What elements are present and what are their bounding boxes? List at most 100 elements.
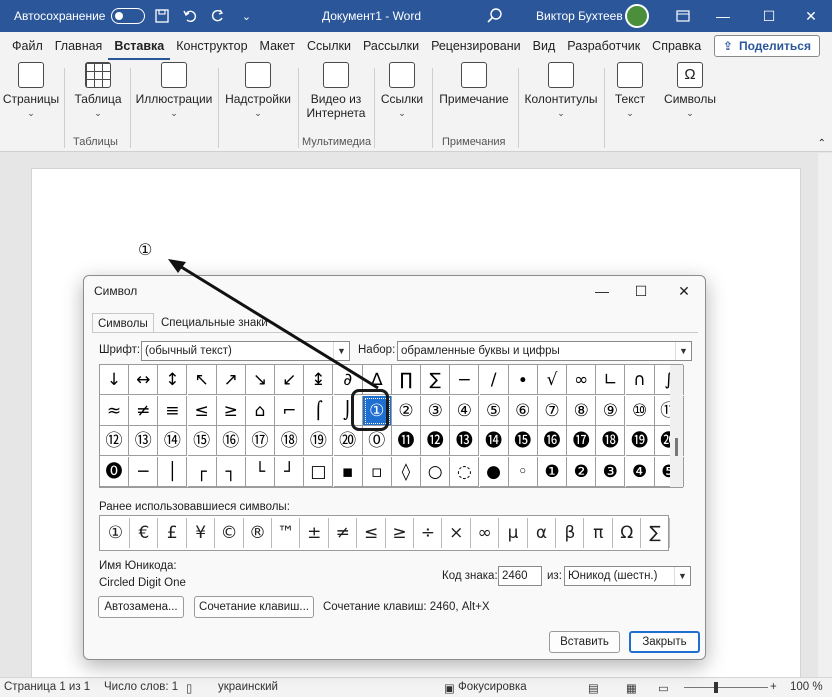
zoom-in-icon[interactable]: + (770, 681, 777, 693)
tab-file[interactable]: Файл (6, 32, 49, 60)
shortcut-key-button[interactable]: Сочетание клавиш... (194, 596, 314, 618)
symbol-cell[interactable]: ◌ (450, 456, 480, 487)
close-icon[interactable]: ✕ (788, 0, 832, 32)
tab-layout[interactable]: Макет (254, 32, 301, 60)
symbol-cell[interactable]: ⓬ (421, 426, 451, 456)
zoom-slider[interactable] (684, 687, 768, 688)
symbol-grid[interactable]: ↓ ↔ ↕ ↖ ↗ ↘ ↙ ↨ ∂ ∆ ∏ ∑ − ∕ ∙ √ ∞ ∟ ∩ ∫ ≈ ≠ ≡ ≤ ≥ ⌂ ⌐ ⌠ ⌡ ① ② ③ ④ ⑤ ⑥ ⑦ ⑧ ⑨ ⑩ ⑪… (99, 364, 684, 488)
tab-review[interactable]: Рецензировани (425, 32, 527, 60)
symbol-cell[interactable]: √ (538, 365, 567, 395)
tab-home[interactable]: Главная (49, 32, 109, 60)
user-name[interactable]: Виктор Бухтеев (536, 9, 623, 23)
symbol-cell[interactable]: ⑮ (187, 426, 217, 456)
recent-symbol-cell[interactable]: ∑ (642, 518, 670, 548)
avatar[interactable] (625, 4, 649, 28)
grid-scrollbar-thumb[interactable] (675, 438, 678, 456)
encoding-select[interactable]: Юникод (шестн.) ▼ (564, 566, 691, 586)
symbol-cell[interactable]: ◊ (392, 456, 421, 487)
symbol-cell[interactable]: ⌐ (275, 395, 305, 426)
recent-symbol-cell[interactable]: ± (301, 518, 329, 548)
tab-symbols[interactable]: Символы (92, 313, 154, 333)
recent-symbol-cell[interactable]: ¥ (187, 518, 216, 548)
symbol-cell[interactable]: ⓭ (450, 426, 480, 456)
recent-symbol-cell[interactable]: ① (102, 518, 130, 548)
read-mode-icon[interactable]: ▤ (588, 681, 599, 695)
recent-symbol-cell[interactable]: © (216, 518, 244, 548)
print-layout-icon[interactable]: ▦ (626, 681, 637, 695)
symbol-cell[interactable]: ❹ (625, 456, 655, 487)
language[interactable]: украинский (218, 681, 278, 693)
recent-symbol-cell[interactable]: ∞ (471, 518, 500, 548)
symbol-cell[interactable]: ┘ (275, 456, 305, 487)
font-select[interactable]: (обычный текст) ▼ (141, 341, 350, 361)
symbol-cell[interactable]: │ (158, 456, 188, 487)
symbol-cell[interactable]: ↙ (275, 365, 305, 395)
symbol-cell[interactable]: ∩ (625, 365, 655, 395)
word-count[interactable]: Число слов: 1 (104, 681, 178, 693)
tab-insert[interactable]: Вставка (108, 32, 171, 60)
recent-symbol-cell[interactable]: ™ (272, 518, 301, 548)
symbol-cell[interactable]: ⓿ (100, 456, 129, 487)
symbol-cell[interactable]: ∏ (392, 365, 421, 395)
focus-mode[interactable]: Фокусировка (458, 681, 527, 693)
tab-developer[interactable]: Разработчик (561, 32, 646, 60)
zoom-level[interactable]: 100 % (790, 681, 823, 693)
symbol-cell[interactable]: ⑬ (129, 426, 159, 456)
symbol-cell[interactable]: ▪ (333, 456, 363, 487)
page-count[interactable]: Страница 1 из 1 (4, 681, 90, 693)
comment-button[interactable]: Примечание (436, 60, 512, 106)
undo-icon[interactable] (179, 5, 201, 27)
autosave-control[interactable]: Автосохранение (14, 8, 146, 24)
focus-icon[interactable]: ▣ (444, 681, 455, 695)
web-layout-icon[interactable]: ▭ (658, 681, 669, 695)
symbol-cell[interactable]: ↔ (129, 365, 159, 395)
proofing-icon[interactable]: ▯ (186, 681, 192, 695)
share-button[interactable]: ⇪ Поделиться (713, 35, 820, 57)
insert-button[interactable]: Вставить (549, 631, 620, 653)
symbol-cell[interactable]: ┌ (187, 456, 217, 487)
recent-symbol-cell[interactable]: π (585, 518, 613, 548)
symbol-cell[interactable]: □ (304, 456, 334, 487)
symbol-cell[interactable]: ∟ (596, 365, 626, 395)
symbol-cell[interactable]: ❸ (596, 456, 626, 487)
symbols-button[interactable]: Ω Символы ⌄ (660, 60, 720, 119)
tab-view[interactable]: Вид (527, 32, 562, 60)
symbol-cell[interactable]: ⓳ (625, 426, 655, 456)
autocorrect-button[interactable]: Автозамена... (98, 596, 184, 618)
symbol-cell[interactable]: ⌂ (246, 395, 275, 426)
symbol-cell[interactable]: ❶ (538, 456, 567, 487)
vertical-scrollbar[interactable] (818, 153, 832, 677)
table-button[interactable]: Таблица ⌄ (70, 60, 126, 119)
symbol-cell[interactable]: ⑫ (100, 426, 129, 456)
tab-help[interactable]: Справка (646, 32, 707, 60)
header-footer-button[interactable]: Колонтитулы ⌄ (522, 60, 600, 119)
symbol-cell[interactable]: ⑲ (304, 426, 334, 456)
symbol-cell[interactable]: ⑧ (567, 395, 597, 426)
symbol-cell[interactable]: ↓ (100, 365, 129, 395)
tab-references[interactable]: Ссылки (301, 32, 357, 60)
recent-symbol-cell[interactable]: ÷ (414, 518, 443, 548)
recent-symbol-cell[interactable]: £ (159, 518, 187, 548)
customize-qat-icon[interactable]: ⌄ (235, 5, 257, 27)
symbol-cell[interactable]: ⑰ (246, 426, 275, 456)
recent-symbol-cell[interactable]: ≥ (386, 518, 414, 548)
pages-button[interactable]: Страницы ⌄ (2, 60, 60, 119)
symbol-cell[interactable]: ⑨ (596, 395, 626, 426)
symbol-cell[interactable]: ⌠ (304, 395, 334, 426)
links-button[interactable]: Ссылки ⌄ (378, 60, 426, 119)
recent-symbol-cell[interactable]: × (443, 518, 471, 548)
symbol-cell[interactable]: ↖ (187, 365, 217, 395)
symbol-cell[interactable]: ↗ (216, 365, 246, 395)
symbol-cell[interactable]: ○ (421, 456, 451, 487)
recent-symbol-cell[interactable]: ≤ (358, 518, 386, 548)
symbol-cell[interactable]: ∕ (479, 365, 509, 395)
symbol-cell[interactable]: ⑥ (508, 395, 538, 426)
collapse-ribbon-icon[interactable]: ⌃ (818, 138, 826, 149)
symbol-cell[interactable]: ≈ (100, 395, 129, 426)
autosave-toggle[interactable] (111, 8, 146, 24)
symbol-cell[interactable]: ≠ (129, 395, 159, 426)
symbol-cell[interactable]: ┐ (216, 456, 246, 487)
minimize-icon[interactable]: — (700, 0, 746, 32)
symbol-cell[interactable]: ⑦ (538, 395, 567, 426)
subset-select[interactable]: обрамленные буквы и цифры ▼ (397, 341, 692, 361)
